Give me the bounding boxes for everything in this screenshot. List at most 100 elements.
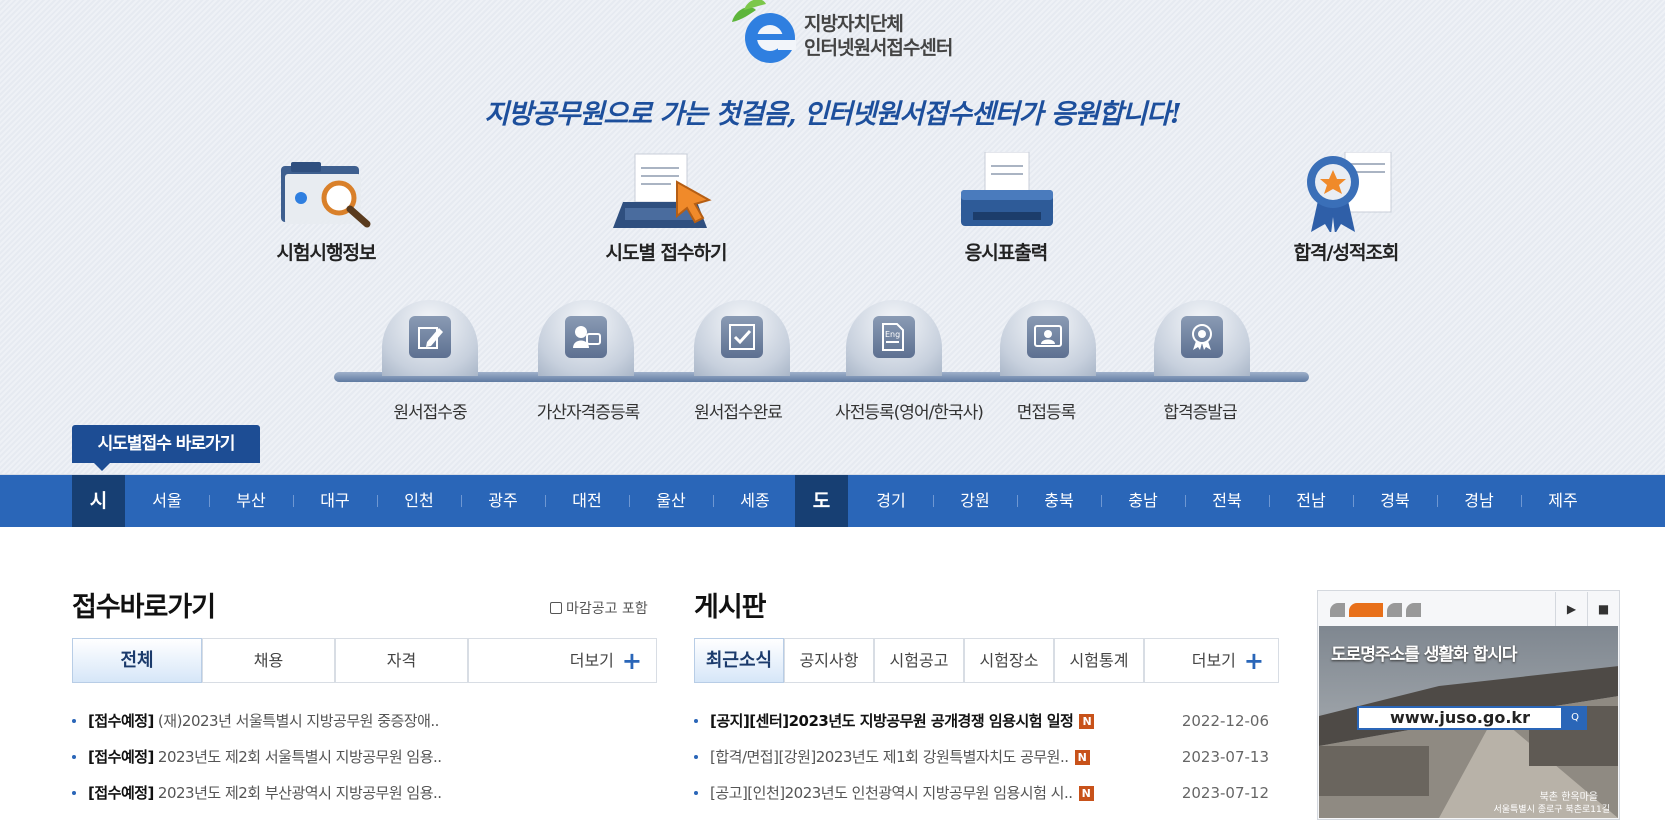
banner-title: 도로명주소를 생활화 합시다	[1331, 645, 1518, 665]
plus-icon: +	[621, 647, 642, 675]
checkbox-icon	[729, 324, 755, 350]
id-card-icon	[573, 326, 601, 348]
apply-list: [접수예정] (재)2023년 서울특별시 지방공무원 중증장애.. [접수예정]…	[72, 703, 632, 811]
document-eng-icon: Eng	[882, 323, 904, 351]
board-section-title: 게시판	[694, 592, 767, 623]
banner-caption: 북촌 한옥마을	[1539, 792, 1598, 803]
slogan: 지방공무원으로 가는 첫걸음, 인터넷원서접수센터가 응원합니다!	[484, 99, 1182, 130]
region-category-si: 시	[72, 475, 125, 527]
menu-label: 시도별 접수하기	[605, 242, 728, 264]
region-category-do: 도	[795, 475, 848, 527]
step-label[interactable]: 면접등록	[956, 398, 1136, 423]
region-incheon[interactable]: 인천	[377, 475, 461, 527]
banner-play-button[interactable]: ▶	[1555, 592, 1587, 626]
step-bonus-cert[interactable]	[538, 300, 634, 376]
menu-label: 응시표출력	[964, 242, 1048, 264]
post-date: 2022-12-06	[1181, 712, 1269, 730]
new-badge: N	[1074, 750, 1090, 765]
tab-notice[interactable]: 공지사항	[784, 638, 874, 683]
banner-url: www.juso.go.kr	[1357, 706, 1563, 730]
apply-section-title: 접수바로가기	[72, 592, 216, 623]
region-sejong[interactable]: 세종	[713, 475, 797, 527]
more-label: 더보기	[1191, 651, 1236, 670]
search-icon: Q	[1563, 706, 1587, 730]
menu-exam-info[interactable]: 시험시행정보	[226, 152, 426, 282]
banner-image[interactable]: 도로명주소를 생활화 합시다 www.juso.go.kr Q 북촌 한옥마을 …	[1319, 626, 1618, 818]
list-item[interactable]: [공지][센터]2023년도 지방공무원 공개경쟁 임용시험 일정 N 2022-1…	[694, 703, 1269, 739]
checkbox-label: 마감공고 포함	[566, 601, 648, 617]
banner-caption: 서울특별시 종로구 북촌로11길	[1493, 805, 1610, 815]
checkbox-icon[interactable]	[550, 602, 562, 614]
tab-exam-stats[interactable]: 시험통계	[1054, 638, 1144, 683]
step-label[interactable]: 합격증발급	[1110, 398, 1290, 423]
list-item[interactable]: [접수예정] 2023년도 제2회 서울특별시 지방공무원 임용..	[72, 739, 632, 775]
tab-recent[interactable]: 최근소식	[694, 638, 784, 683]
list-item[interactable]: [합격/면접][강원]2023년도 제1회 강원특별자치도 공무원.. N 2023…	[694, 739, 1269, 775]
menu-print-ticket[interactable]: 응시표출력	[906, 152, 1106, 282]
tab-exam-place[interactable]: 시험장소	[964, 638, 1054, 683]
step-pre-register[interactable]: Eng	[846, 300, 942, 376]
promo-banner: ▶ ■ 도로명주소를 생활화 합시다 www.juso.go.kr Q 북촌 한…	[1317, 590, 1620, 820]
play-icon: ▶	[1566, 602, 1577, 616]
menu-label: 합격/성적조회	[1293, 242, 1400, 264]
step-label[interactable]: 원서접수중	[340, 398, 520, 423]
tab-exam-notice[interactable]: 시험공고	[874, 638, 964, 683]
e-logo-icon	[732, 0, 796, 63]
banner-dot[interactable]	[1406, 603, 1421, 617]
svg-text:Eng: Eng	[885, 330, 900, 339]
region-jeonnam[interactable]: 전남	[1269, 475, 1353, 527]
award-ribbon-icon	[1307, 152, 1392, 232]
step-applied[interactable]	[694, 300, 790, 376]
region-daegu[interactable]: 대구	[293, 475, 377, 527]
banner-pager	[1330, 603, 1425, 622]
tab-license[interactable]: 자격	[335, 638, 468, 683]
banner-dot[interactable]	[1330, 603, 1345, 617]
post-date: 2023-07-13	[1181, 748, 1269, 766]
region-daejeon[interactable]: 대전	[545, 475, 629, 527]
region-seoul[interactable]: 서울	[125, 475, 209, 527]
board-tabs: 최근소식 공지사항 시험공고 시험장소 시험통계 더보기 +	[694, 638, 1279, 683]
banner-dot[interactable]	[1387, 603, 1402, 617]
medal-icon	[1192, 324, 1212, 350]
region-jeonbuk[interactable]: 전북	[1185, 475, 1269, 527]
region-chungbuk[interactable]: 충북	[1017, 475, 1101, 527]
pencil-edit-icon	[418, 327, 443, 349]
tab-all[interactable]: 전체	[72, 638, 202, 683]
board-more-button[interactable]: 더보기 +	[1144, 638, 1279, 683]
region-chungnam[interactable]: 충남	[1101, 475, 1185, 527]
region-gyeongbuk[interactable]: 경북	[1353, 475, 1437, 527]
plus-icon: +	[1243, 647, 1264, 675]
region-gyeonggi[interactable]: 경기	[849, 475, 933, 527]
apply-more-button[interactable]: 더보기 +	[468, 638, 657, 683]
step-certificate[interactable]	[1154, 300, 1250, 376]
step-applying[interactable]	[382, 300, 478, 376]
include-closed-checkbox[interactable]: 마감공고 포함	[550, 598, 648, 618]
list-item[interactable]: [접수예정] 2023년도 제2회 부산광역시 지방공무원 임용..	[72, 775, 632, 811]
new-badge: N	[1078, 786, 1094, 801]
apply-tabs: 전체 채용 자격 더보기 +	[72, 638, 657, 683]
menu-label: 시험시행정보	[276, 242, 377, 264]
banner-dot-active[interactable]	[1349, 603, 1383, 617]
board-list: [공지][센터]2023년도 지방공무원 공개경쟁 임용시험 일정 N 2022-1…	[694, 703, 1269, 811]
site-logo[interactable]: 지방자치단체 인터넷원서접수센터	[722, 0, 982, 66]
person-screen-icon	[1034, 325, 1062, 347]
menu-result-check[interactable]: 합격/성적조회	[1246, 152, 1446, 282]
banner-stop-button[interactable]: ■	[1587, 592, 1619, 626]
region-busan[interactable]: 부산	[209, 475, 293, 527]
step-interview[interactable]	[1000, 300, 1096, 376]
logo-line2: 인터넷원서접수센터	[804, 37, 953, 59]
list-item[interactable]: [접수예정] (재)2023년 서울특별시 지방공무원 중증장애..	[72, 703, 632, 739]
new-badge: N	[1079, 714, 1095, 729]
list-item[interactable]: [공고][인천]2023년도 인천광역시 지방공무원 임용시험 시.. N 2023…	[694, 775, 1269, 811]
region-gangwon[interactable]: 강원	[933, 475, 1017, 527]
post-date: 2023-07-12	[1181, 784, 1269, 802]
hero-area: 지방자치단체 인터넷원서접수센터 지방공무원으로 가는 첫걸음, 인터넷원서접수…	[0, 0, 1665, 475]
menu-apply-region[interactable]: 시도별 접수하기	[566, 152, 766, 282]
region-ulsan[interactable]: 울산	[629, 475, 713, 527]
more-label: 더보기	[569, 651, 614, 670]
tab-recruit[interactable]: 채용	[202, 638, 335, 683]
region-jeju[interactable]: 제주	[1521, 475, 1605, 527]
region-shortcut-label: 시도별접수 바로가기	[72, 425, 260, 471]
region-gwangju[interactable]: 광주	[461, 475, 545, 527]
region-gyeongnam[interactable]: 경남	[1437, 475, 1521, 527]
